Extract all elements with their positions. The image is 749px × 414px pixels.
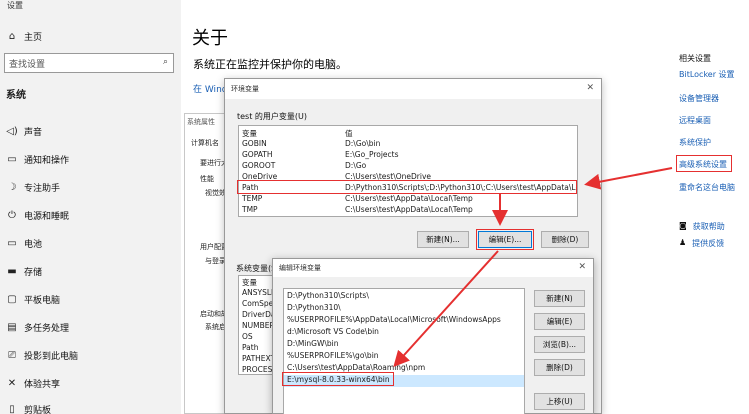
arrow-to-entry: [393, 250, 499, 367]
arrow-to-path: [584, 167, 673, 190]
annotation-arrows: [393, 167, 673, 367]
